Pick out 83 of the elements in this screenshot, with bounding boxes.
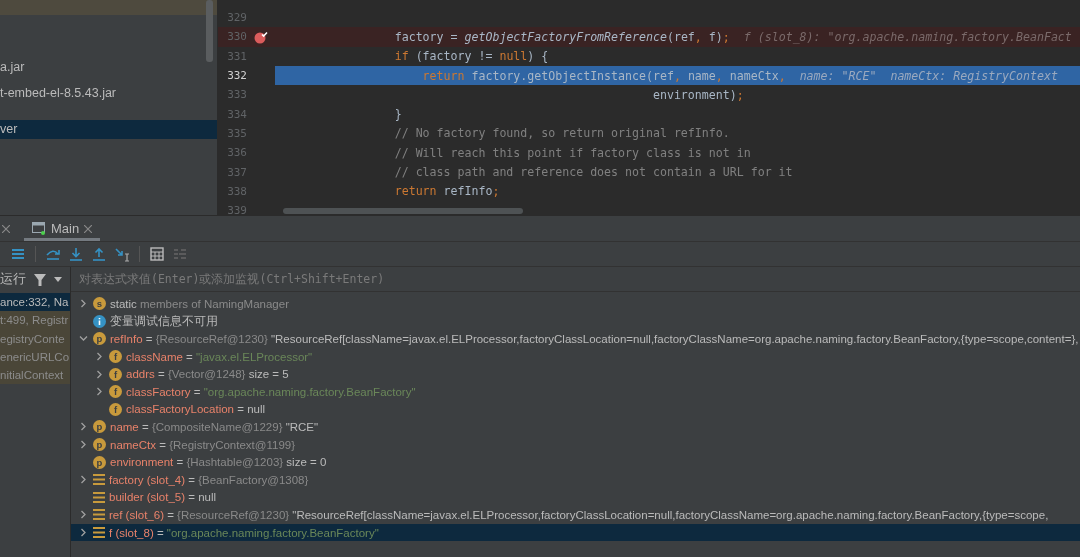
type-badge: f — [109, 385, 122, 399]
code-text: if (factory != null) { — [394, 49, 549, 64]
list-icon — [93, 491, 105, 503]
line-number: 331 — [226, 49, 247, 63]
line-number: 334 — [226, 107, 247, 121]
line-number: 339 — [226, 204, 247, 215]
code-text: return factory.getObjectInstance(ref, name, nameCtx, — [422, 68, 786, 83]
frames-label: 运行 — [0, 271, 26, 288]
variable-text: addrs = {Vector@1248} size = 5 — [126, 368, 289, 381]
variable-text: nameCtx = {RegistryContext@1199} — [110, 438, 296, 451]
type-badge: f — [109, 367, 122, 381]
run-to-cursor-icon[interactable] — [114, 246, 130, 262]
step-out-icon[interactable] — [91, 246, 107, 262]
variable-text: classFactoryLocation = null — [126, 403, 266, 416]
variable-text: 变量调试信息不可用 — [110, 313, 218, 329]
chevron-right-icon[interactable] — [94, 387, 104, 397]
close-icon[interactable] — [84, 224, 93, 233]
scrollbar[interactable] — [283, 208, 523, 214]
type-badge: f — [109, 402, 122, 416]
variable-text: static members of NamingManager — [110, 297, 289, 310]
code-text: return refInfo; — [394, 184, 500, 199]
scrollbar[interactable] — [206, 0, 213, 62]
line-number: 335 — [226, 126, 247, 140]
inline-hint: name: "RCE" — [799, 68, 877, 83]
list-icon — [93, 509, 105, 521]
project-tree-item[interactable]: t-embed-el-8.5.43.jar — [0, 84, 217, 103]
list-icon — [93, 474, 105, 486]
chevron-down-icon[interactable] — [78, 334, 88, 344]
chevron-right-icon[interactable] — [78, 510, 88, 520]
stack-frame[interactable]: t:499, Registr — [0, 311, 70, 330]
variable-text: environment = {Hashtable@1203} size = 0 — [110, 456, 327, 469]
project-tree-item[interactable]: ver — [0, 120, 217, 139]
chevron-right-icon[interactable] — [78, 299, 88, 309]
line-number: 332 — [226, 69, 247, 83]
type-badge: p — [93, 332, 106, 346]
type-badge: p — [93, 455, 106, 469]
variable-text: className = "javax.el.ELProcessor" — [126, 350, 313, 363]
close-icon[interactable] — [2, 224, 10, 233]
project-tree-item[interactable]: a.jar — [0, 58, 217, 77]
variable-text: factory (slot_4) = {BeanFactory@1308} — [109, 473, 309, 486]
chevron-right-icon[interactable] — [94, 369, 104, 379]
line-number: 330 — [226, 30, 247, 44]
variable-text: ref (slot_6) = {ResourceRef@1230} "ResourceRef[className=javax.el.ELProcessor,factoryClassLocation=null,factoryClassName=org.apache.naming.factory.BeanFactory,{type=scope, — [109, 508, 1049, 521]
chevron-right-icon[interactable] — [94, 352, 104, 362]
code-text: // No factory found, so return original refInfo. — [394, 126, 730, 141]
info-icon — [93, 314, 106, 328]
inline-hint: f (slot_8): "org.apache.naming.factory.BeanFact — [743, 29, 1072, 44]
code-text: // Will reach this point if factory class is not in — [394, 145, 751, 160]
selected-variable-row[interactable]: f (slot_8) = "org.apache.naming.factory.BeanFactory" — [71, 523, 1080, 542]
list-icon — [93, 527, 105, 538]
code-text: environment); — [652, 87, 744, 102]
stack-frame[interactable]: ance:332, Na — [0, 293, 70, 312]
stack-frame[interactable]: nitialContext — [0, 366, 70, 385]
type-badge: s — [93, 297, 106, 311]
window-icon — [32, 222, 46, 235]
filter-icon[interactable] — [34, 273, 46, 286]
type-badge: p — [93, 438, 106, 452]
chevron-right-icon[interactable] — [78, 440, 88, 450]
code-text: factory = getObjectFactoryFromReference(ref, f); — [394, 29, 730, 44]
line-number: 333 — [226, 88, 247, 102]
chevron-right-icon[interactable] — [78, 528, 88, 537]
inline-hint: nameCtx: RegistryContext — [890, 68, 1058, 83]
layout-icon[interactable] — [10, 246, 26, 262]
breakpoint-icon[interactable] — [254, 29, 268, 44]
dropdown-caret-icon[interactable] — [54, 277, 62, 282]
line-number: 338 — [226, 184, 247, 198]
code-text: } — [394, 107, 402, 122]
chevron-right-icon[interactable] — [78, 422, 88, 432]
debug-tab[interactable]: Main — [24, 216, 101, 241]
variable-text: classFactory = "org.apache.naming.factory.BeanFactory" — [126, 385, 416, 398]
chevron-right-icon[interactable] — [78, 475, 88, 485]
step-into-icon[interactable] — [68, 246, 84, 262]
variable-text: f (slot_8) = "org.apache.naming.factory.BeanFactory" — [109, 526, 379, 539]
type-badge: p — [93, 420, 106, 434]
variable-text: name = {CompositeName@1229} "RCE" — [110, 420, 319, 433]
variable-text: builder (slot_5) = null — [109, 491, 217, 504]
variable-text: refInfo = {ResourceRef@1230} "ResourceRef[className=javax.el.ELProcessor,factoryClassLocation=null,factoryClassName=org.apache.naming.factory.BeanFactory,{type=scope,content=}, — [110, 333, 1079, 345]
line-number: 337 — [226, 165, 247, 179]
type-badge: f — [109, 350, 122, 364]
line-number: 329 — [226, 11, 247, 25]
calculator-icon[interactable] — [149, 246, 165, 262]
code-text: // class path and reference does not contain a URL for it — [394, 165, 793, 179]
line-number: 336 — [226, 146, 247, 160]
